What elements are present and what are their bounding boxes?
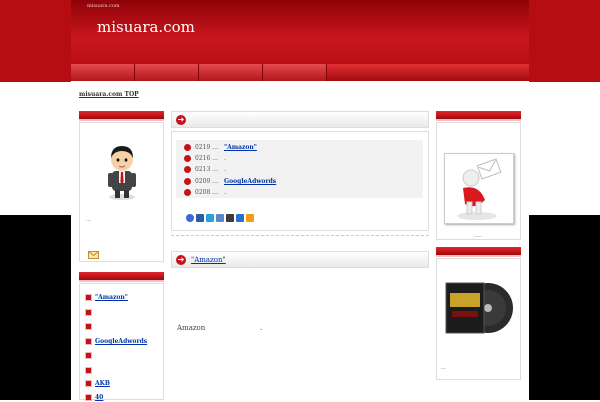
list-item[interactable]: "Amazon" [85, 293, 128, 302]
list-item: 0216 ... . [184, 153, 226, 164]
nav-item-4[interactable] [263, 64, 327, 81]
product-panel [436, 258, 521, 380]
list-item[interactable] [85, 351, 95, 360]
bullet-icon [85, 352, 92, 359]
bookmark-icon[interactable] [216, 214, 224, 222]
right-sidebar-header [436, 111, 521, 121]
list-item[interactable]: AKB [85, 379, 110, 388]
profile-panel: ... [79, 122, 164, 262]
bullet-icon [184, 178, 191, 185]
left-sidebar-header [79, 111, 164, 121]
bullet-icon [85, 367, 92, 374]
product-dvd-image[interactable] [442, 279, 517, 337]
bullet-icon [184, 166, 191, 173]
list-item[interactable] [85, 366, 95, 375]
bookmark-icon[interactable] [186, 214, 194, 222]
list-item: 0213 ... . [184, 164, 226, 175]
bookmark-icon[interactable] [226, 214, 234, 222]
avatar [108, 146, 136, 200]
news-link[interactable]: . [224, 166, 226, 173]
social-bookmark-icons [186, 214, 254, 222]
bookmark-icon[interactable] [196, 214, 204, 222]
bullet-icon [85, 309, 92, 316]
bullet-icon [184, 144, 191, 151]
mail-character-image [457, 158, 502, 220]
news-link[interactable]: GoogleAdwords [224, 178, 276, 185]
news-link[interactable]: "Amazon" [224, 144, 257, 151]
mail-banner-panel [436, 122, 521, 240]
mail-banner[interactable] [444, 153, 514, 224]
product-caption: ... [441, 365, 446, 371]
list-item[interactable] [85, 322, 95, 331]
left-category-header [79, 272, 164, 282]
nav-item-3[interactable] [199, 64, 263, 81]
news-link[interactable]: . [224, 155, 226, 162]
nav-item-2[interactable] [135, 64, 199, 81]
bookmark-icon[interactable] [206, 214, 214, 222]
article-body: Amazon [177, 324, 206, 332]
article-body-end: . [260, 324, 263, 332]
news-list: 0219 ... "Amazon" 0216 ... . 0213 ... . … [176, 140, 423, 198]
right-product-header [436, 247, 521, 257]
list-item[interactable]: 40 [85, 393, 103, 402]
main-nav [71, 64, 529, 81]
header-small-title[interactable]: misuara.com [87, 3, 120, 9]
bullet-icon [85, 323, 92, 330]
news-section-header: ➔ [171, 111, 429, 128]
bullet-icon [85, 380, 92, 387]
article-title[interactable]: "Amazon" [191, 256, 226, 264]
bookmark-icon[interactable] [236, 214, 244, 222]
list-item: 0219 ... "Amazon" [184, 142, 257, 153]
bullet-icon [85, 294, 92, 301]
breadcrumb[interactable]: misuara.com TOP [79, 91, 139, 98]
list-item[interactable]: GoogleAdwords [85, 337, 147, 346]
rss-icon[interactable] [246, 214, 254, 222]
arrow-right-icon: ➔ [176, 115, 186, 125]
bullet-icon [85, 338, 92, 345]
divider [171, 235, 429, 236]
news-link[interactable]: . [224, 189, 226, 196]
list-item: 0208 ... . [184, 187, 226, 198]
mail-caption[interactable]: ___ [474, 231, 482, 237]
list-item: 0209 ... GoogleAdwords [184, 176, 276, 187]
site-title[interactable]: misuara.com [97, 18, 195, 36]
bullet-icon [184, 155, 191, 162]
list-item[interactable] [85, 308, 95, 317]
profile-note: ... [86, 217, 91, 223]
bullet-icon [184, 189, 191, 196]
arrow-right-icon: ➔ [176, 255, 186, 265]
nav-item-1[interactable] [71, 64, 135, 81]
article-header: ➔ "Amazon" [171, 251, 429, 268]
mail-icon[interactable] [88, 251, 99, 259]
